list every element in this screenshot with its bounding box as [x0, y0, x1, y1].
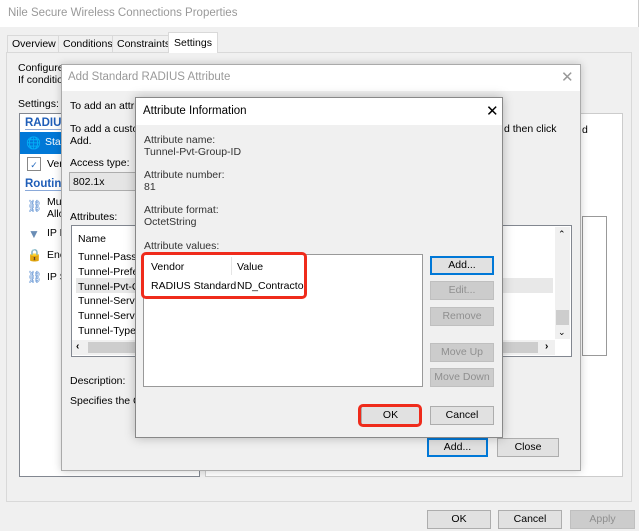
- filter-icon: ▼: [28, 227, 40, 241]
- move-down-button[interactable]: Move Down: [430, 368, 494, 387]
- ok-button[interactable]: OK: [427, 510, 491, 529]
- window-title-bar: Nile Secure Wireless Connections Propert…: [0, 0, 639, 27]
- info-dialog-title-bar: Attribute Information: [136, 98, 502, 125]
- close-button[interactable]: Close: [497, 438, 559, 457]
- info-dialog-title: Attribute Information: [143, 105, 247, 117]
- add-dialog-line1: To add an attrib: [70, 100, 143, 112]
- attribute-format-value: OctetString: [144, 216, 197, 228]
- window-title: Nile Secure Wireless Connections Propert…: [8, 7, 238, 19]
- scroll-down-icon[interactable]: ⌄: [558, 327, 566, 338]
- attribute-row[interactable]: Tunnel-Prefer: [78, 266, 142, 278]
- configure-text: Configure: [18, 62, 64, 74]
- description-label: Description:: [70, 375, 126, 387]
- tree-item-label: Sta: [45, 136, 61, 148]
- column-header-name[interactable]: Name: [78, 233, 106, 245]
- scroll-right-icon[interactable]: ›: [545, 341, 548, 352]
- tab-conditions[interactable]: Conditions: [58, 35, 118, 52]
- access-type-value: 802.1x: [73, 176, 105, 188]
- info-add-button[interactable]: Add...: [430, 256, 494, 275]
- attribute-row[interactable]: Tunnel-Serve: [78, 310, 141, 322]
- checklist-icon: ✓: [27, 157, 41, 171]
- detail-text-fragment: d: [582, 124, 588, 136]
- add-dialog-line3: Add.: [70, 135, 92, 147]
- info-cancel-button[interactable]: Cancel: [430, 406, 494, 425]
- network-icon: ⛓: [27, 270, 43, 284]
- remove-button[interactable]: Remove: [430, 307, 494, 326]
- add-dialog-title: Add Standard RADIUS Attribute: [68, 71, 231, 83]
- highlight-box-values: [141, 252, 307, 299]
- add-button[interactable]: Add...: [427, 438, 488, 457]
- globe-icon: 🌐: [26, 136, 41, 150]
- scroll-left-icon[interactable]: ‹: [76, 341, 79, 352]
- cancel-button[interactable]: Cancel: [498, 510, 562, 529]
- attribute-name-label: Attribute name:: [144, 134, 216, 146]
- attribute-format-label: Attribute format:: [144, 204, 219, 216]
- attribute-row[interactable]: Tunnel-Serve: [78, 295, 141, 307]
- scroll-up-icon[interactable]: ⌃: [558, 229, 566, 240]
- highlight-box-ok: [358, 404, 422, 427]
- attribute-row[interactable]: Tunnel-Pvt-Gr: [78, 281, 144, 293]
- attribute-number-value: 81: [144, 181, 156, 193]
- add-dialog-close-icon[interactable]: ✕: [561, 68, 574, 86]
- attribute-name-value: Tunnel-Pvt-Group-ID: [144, 146, 242, 158]
- tab-constraints[interactable]: Constraints: [112, 35, 176, 52]
- add-dialog-title-bar: Add Standard RADIUS Attribute: [62, 65, 580, 91]
- attribute-row[interactable]: Tunnel-Type: [78, 325, 136, 337]
- tree-item-multilink[interactable]: Mu: [47, 196, 62, 208]
- apply-button[interactable]: Apply: [570, 510, 635, 529]
- network-icon: ⛓: [27, 199, 43, 213]
- scroll-thumb[interactable]: [556, 310, 569, 325]
- add-dialog-line2-right: d then click: [504, 123, 557, 135]
- detail-list: [582, 216, 607, 356]
- attribute-values-label: Attribute values:: [144, 240, 220, 252]
- description-text: Specifies the Gr: [70, 395, 145, 407]
- lock-icon: 🔒: [27, 248, 42, 262]
- edit-button[interactable]: Edit...: [430, 281, 494, 300]
- tab-settings[interactable]: Settings: [168, 32, 218, 53]
- attributes-label: Attributes:: [70, 211, 118, 223]
- add-dialog-line2: To add a custo: [70, 123, 139, 135]
- attribute-number-label: Attribute number:: [144, 169, 225, 181]
- settings-label: Settings:: [18, 98, 59, 110]
- tab-overview[interactable]: Overview: [7, 35, 61, 52]
- move-up-button[interactable]: Move Up: [430, 343, 494, 362]
- access-type-label: Access type:: [70, 157, 130, 169]
- info-dialog-close-icon[interactable]: ✕: [486, 102, 499, 120]
